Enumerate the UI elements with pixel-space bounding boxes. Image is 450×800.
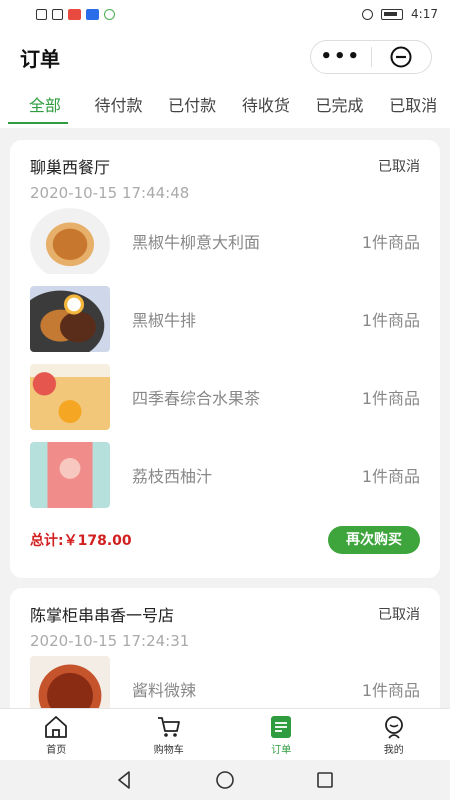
battery-icon [381,8,404,20]
order-tabs: 全部 待付款 已付款 待收货 已完成 已取消 [0,86,450,128]
status-icons-left [36,8,115,20]
order-card-footer: 总计:￥178.00 再次购买 [10,520,440,560]
tab-pending-receipt[interactable]: 待收货 [229,86,303,128]
mini-program-capsule: ••• [310,40,432,74]
app-notification-icon [86,8,99,20]
profile-icon [384,715,403,739]
shop-name: 陈掌柜串串香一号店 [30,606,175,625]
order-list[interactable]: 聊巢西餐厅 已取消 2020-10-15 17:44:48 黑椒牛柳意大利面 1… [0,128,450,708]
tab-pending-payment[interactable]: 待付款 [82,86,156,128]
order-total: 总计:￥178.00 [30,533,132,549]
app-notification-icon [68,8,81,20]
sim-icon [36,8,47,20]
item-name: 荔枝西柚汁 [132,467,213,486]
close-icon[interactable] [372,45,432,69]
order-item[interactable]: 酱料微辣 1件商品 [10,650,440,708]
nav-orders[interactable]: 订单 [225,709,338,760]
back-icon[interactable] [114,769,136,791]
order-item[interactable]: 荔枝西柚汁 1件商品 [10,436,440,514]
item-count: 1件商品 [361,681,420,700]
rebuy-button[interactable]: 再次购买 [328,526,420,554]
order-status: 已取消 [378,159,420,175]
system-nav-bar [0,760,450,800]
page-title: 订单 [20,46,60,71]
pasta-image [30,208,110,274]
sauce-image [30,656,110,708]
nav-profile[interactable]: 我的 [338,709,450,760]
nav-home[interactable]: 首页 [0,709,113,760]
order-card[interactable]: 陈掌柜串串香一号店 已取消 2020-10-15 17:24:31 酱料微辣 1… [10,588,440,708]
order-icon [271,715,292,738]
item-count: 1件商品 [361,311,420,330]
status-bar: 4:17 [0,0,450,28]
grapefruit-juice-image [30,442,110,508]
shop-name: 聊巢西餐厅 [30,158,111,177]
order-item[interactable]: 黑椒牛柳意大利面 1件商品 [10,202,440,280]
nav-label: 订单 [271,744,292,756]
status-icons-right: 4:17 [362,7,438,21]
item-count: 1件商品 [361,389,420,408]
more-icon[interactable]: ••• [311,40,371,74]
bottom-nav: 首页 购物车 订单 我的 [0,708,450,760]
nav-label: 购物车 [153,744,184,756]
item-name: 黑椒牛排 [132,311,197,330]
nav-label: 我的 [383,744,404,756]
home-circle-icon[interactable] [214,769,236,791]
status-time: 4:17 [411,7,438,21]
order-time: 2020-10-15 17:44:48 [30,184,190,202]
steak-image [30,286,110,352]
header: 订单 ••• [0,28,450,86]
tab-cancelled[interactable]: 已取消 [376,86,450,128]
item-count: 1件商品 [361,233,420,252]
order-time: 2020-10-15 17:24:31 [30,632,190,650]
tab-all[interactable]: 全部 [8,86,82,128]
item-name: 黑椒牛柳意大利面 [132,233,261,252]
fruit-tea-image [30,364,110,430]
order-card[interactable]: 聊巢西餐厅 已取消 2020-10-15 17:44:48 黑椒牛柳意大利面 1… [10,140,440,578]
item-count: 1件商品 [361,467,420,486]
recent-apps-icon[interactable] [314,769,336,791]
item-name: 四季春综合水果茶 [132,389,261,408]
tab-paid[interactable]: 已付款 [155,86,229,128]
tab-completed[interactable]: 已完成 [303,86,377,128]
order-item[interactable]: 黑椒牛排 1件商品 [10,280,440,358]
mute-icon [362,8,374,20]
order-item[interactable]: 四季春综合水果茶 1件商品 [10,358,440,436]
item-name: 酱料微辣 [132,681,197,700]
nav-cart[interactable]: 购物车 [113,709,226,760]
wifi-icon [52,8,63,20]
order-status: 已取消 [378,607,420,623]
app-notification-icon [104,8,115,20]
home-icon [45,715,68,738]
nav-label: 首页 [46,744,67,756]
cart-icon [157,716,180,737]
